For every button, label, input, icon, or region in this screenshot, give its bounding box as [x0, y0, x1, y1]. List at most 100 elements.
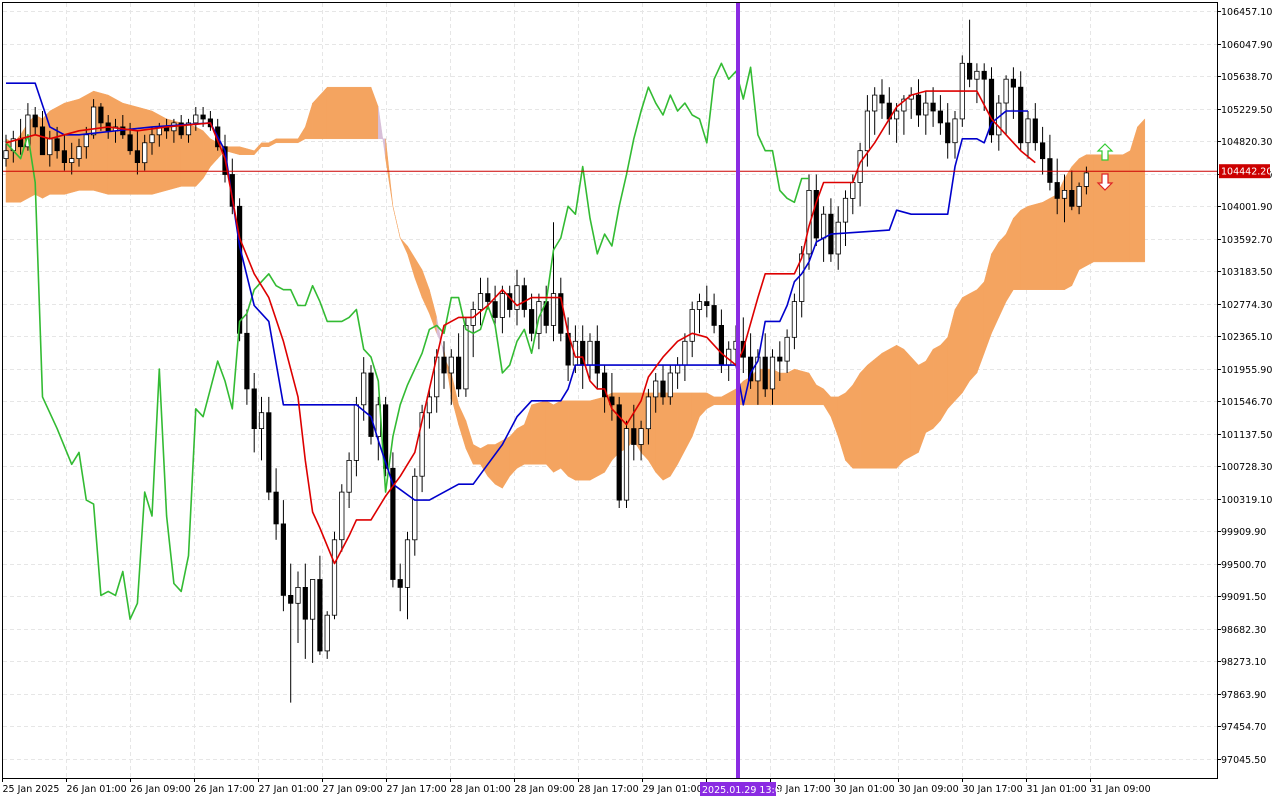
kumo-segment: [275, 138, 299, 144]
kumo-segment: [1122, 150, 1131, 263]
candle-body-bear: [711, 305, 717, 326]
x-tick-label: 27 Jan 17:00: [387, 784, 447, 795]
y-tick-label: 101137.50: [1221, 430, 1272, 441]
candle-body-bull: [412, 475, 418, 541]
candle-body-bear: [302, 587, 308, 620]
kumo-segment: [107, 94, 124, 195]
candle-body-bull: [864, 110, 871, 152]
candle-body-bull: [894, 110, 900, 120]
kumo-segment: [1064, 165, 1073, 291]
y-tick-label: 100728.30: [1221, 462, 1272, 473]
candle: [368, 365, 374, 445]
y-tick-label: 99909.90: [1221, 527, 1266, 538]
candle-body-bear: [529, 309, 535, 334]
candle: [616, 396, 622, 508]
candle-body-bear: [200, 114, 206, 120]
y-tick-label: 101955.90: [1221, 365, 1272, 376]
x-tick-label: 30 Jan 17:00: [963, 784, 1023, 795]
candle-body-bull: [426, 396, 433, 414]
candle-body-bull: [1083, 172, 1089, 187]
kumo-segment: [925, 348, 934, 434]
candle-body-bull: [309, 579, 316, 620]
cursor-date-label-text: 2025.01.29 13:00: [702, 785, 787, 796]
kumo-segment: [670, 392, 678, 478]
kumo-segment: [932, 344, 941, 430]
kumo-segment: [713, 396, 722, 406]
candle-body-bear: [397, 579, 403, 588]
kumo-segment: [662, 392, 671, 481]
kumo-segment: [881, 348, 890, 469]
x-tick-label: 27 Jan 09:00: [323, 784, 383, 795]
candle-body-bull: [784, 336, 790, 362]
x-tick-label: 26 Jan 17:00: [195, 784, 255, 795]
kumo-segment: [867, 352, 883, 469]
candle-body-bear: [1054, 182, 1060, 199]
candle-body-bull: [587, 340, 593, 366]
candle-body-bear: [288, 595, 294, 604]
y-tick-label: 104820.30: [1221, 137, 1272, 148]
candle-body-bear: [455, 356, 462, 390]
chart-root: 106457.10 106047.90 105638.70 105229.50 1048…: [0, 0, 1280, 800]
y-tick-label: 101546.70: [1221, 397, 1272, 408]
candle-body-bull: [1061, 189, 1068, 199]
kumo-segment: [910, 356, 919, 457]
candle-body-bull: [193, 114, 199, 124]
candle-body-bear: [1040, 142, 1046, 160]
y-tick-label: 102774.30: [1221, 300, 1272, 311]
y-tick-label: 99500.70: [1221, 560, 1266, 571]
kumo-segment: [954, 296, 963, 402]
kumo-segment: [889, 344, 897, 469]
candle-body-bull: [149, 134, 155, 144]
kumo-segment: [1071, 157, 1080, 286]
cursor-date-label: 2025.01.29 13:00: [700, 782, 787, 796]
y-tick-label: 103183.50: [1221, 267, 1272, 278]
candle: [331, 531, 338, 620]
kumo-segment: [779, 372, 788, 406]
kumo-segment: [786, 368, 795, 406]
candle-body-bear: [317, 579, 323, 652]
kumo-segment: [553, 400, 562, 473]
candle-body-bull: [83, 134, 89, 148]
kumo-segment: [567, 400, 576, 481]
kumo-segment: [326, 86, 357, 140]
candle-body-bull: [791, 301, 798, 338]
y-tick-label: 97454.70: [1221, 722, 1266, 733]
candle-body-bull: [324, 614, 330, 652]
y-tick-label: 106047.90: [1221, 40, 1272, 51]
candle-body-bull: [952, 118, 958, 144]
candle-body-bull: [76, 146, 82, 159]
candle-body-bull: [638, 428, 644, 445]
candle-body-bear: [631, 428, 637, 445]
candle-body-bull: [47, 138, 53, 156]
candle-body-bear: [61, 150, 68, 163]
candle-body-bull: [69, 158, 75, 164]
candle-body-bear: [915, 94, 922, 116]
candle-body-bear: [967, 62, 973, 80]
kumo-segment: [509, 427, 518, 477]
candle-body-bear: [937, 110, 944, 124]
y-tick-label: 106457.10: [1221, 7, 1272, 18]
candle-body-bull: [769, 356, 776, 390]
x-tick-label: 31 Jan 01:00: [1027, 784, 1087, 795]
candle: [390, 452, 396, 588]
candle-body-bull: [923, 102, 929, 116]
candle-body-bear: [251, 388, 257, 429]
candle-body-bull: [974, 70, 980, 80]
candle-body-bear: [492, 301, 498, 318]
candle-body-bull: [821, 213, 827, 239]
x-tick-label: 28 Jan 09:00: [515, 784, 575, 795]
y-tick-label: 97045.50: [1221, 755, 1266, 766]
y-tick-label: 97863.90: [1221, 690, 1266, 701]
candle-body-bull: [295, 587, 301, 604]
candle-body-bear: [1069, 189, 1075, 207]
kumo-segment: [962, 293, 970, 394]
candle-body-bull: [339, 491, 345, 541]
chart-svg[interactable]: 106457.10 106047.90 105638.70 105229.50 1048…: [0, 0, 1280, 800]
candle-body-bear: [945, 122, 951, 144]
candle-body-bull: [1076, 185, 1082, 207]
kumo-segment: [852, 372, 861, 469]
candle-body-bear: [441, 356, 447, 374]
candle-body-bear: [594, 340, 600, 374]
candle-body-bull: [689, 309, 695, 342]
y-tick-label: 105638.70: [1221, 72, 1272, 83]
